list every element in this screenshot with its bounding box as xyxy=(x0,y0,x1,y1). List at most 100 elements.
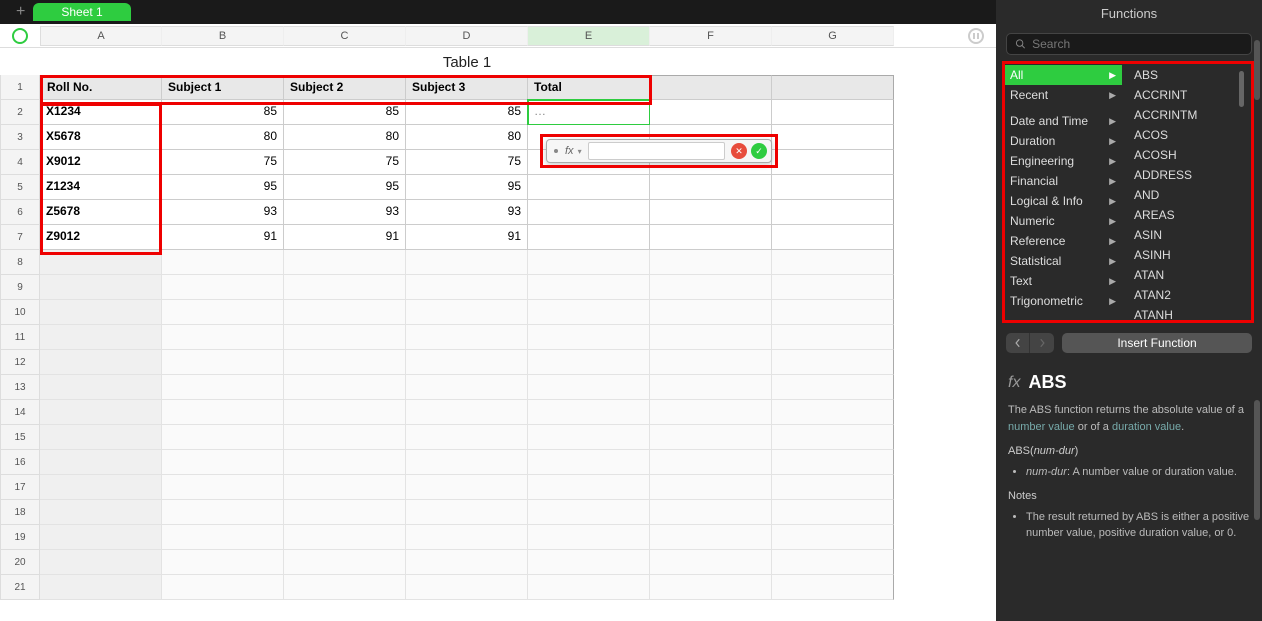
cell-e16[interactable] xyxy=(528,450,650,475)
cell-g18[interactable] xyxy=(772,500,894,525)
cell-d13[interactable] xyxy=(406,375,528,400)
cell-d19[interactable] xyxy=(406,525,528,550)
cell-b16[interactable] xyxy=(162,450,284,475)
cell-b20[interactable] xyxy=(162,550,284,575)
cell-c9[interactable] xyxy=(284,275,406,300)
cell-e11[interactable] xyxy=(528,325,650,350)
cell-e7[interactable] xyxy=(528,225,650,250)
cell-b11[interactable] xyxy=(162,325,284,350)
row-add-handle[interactable] xyxy=(0,28,40,44)
row-header-14[interactable]: 14 xyxy=(0,400,40,425)
cell-b4[interactable]: 75 xyxy=(162,150,284,175)
cell-g17[interactable] xyxy=(772,475,894,500)
cell-g12[interactable] xyxy=(772,350,894,375)
cell-f12[interactable] xyxy=(650,350,772,375)
cell-g10[interactable] xyxy=(772,300,894,325)
cell-e21[interactable] xyxy=(528,575,650,600)
cell-g14[interactable] xyxy=(772,400,894,425)
cell-f8[interactable] xyxy=(650,250,772,275)
cell-f1[interactable] xyxy=(650,75,772,100)
cell-d12[interactable] xyxy=(406,350,528,375)
cell-f21[interactable] xyxy=(650,575,772,600)
cell-e18[interactable] xyxy=(528,500,650,525)
cell-g3[interactable] xyxy=(772,125,894,150)
drag-dot-icon[interactable] xyxy=(554,149,558,153)
cell-f6[interactable] xyxy=(650,200,772,225)
cell-d11[interactable] xyxy=(406,325,528,350)
cell-f2[interactable] xyxy=(650,100,772,125)
cell-g15[interactable] xyxy=(772,425,894,450)
cell-c6[interactable]: 93 xyxy=(284,200,406,225)
cell-g20[interactable] xyxy=(772,550,894,575)
cell-c21[interactable] xyxy=(284,575,406,600)
row-header-5[interactable]: 5 xyxy=(0,175,40,200)
cell-d7[interactable]: 91 xyxy=(406,225,528,250)
cell-f20[interactable] xyxy=(650,550,772,575)
cell-a21[interactable] xyxy=(40,575,162,600)
category-numeric[interactable]: Numeric▶ xyxy=(1004,211,1122,231)
row-header-9[interactable]: 9 xyxy=(0,275,40,300)
function-accrint[interactable]: ACCRINT xyxy=(1126,85,1244,105)
cell-c12[interactable] xyxy=(284,350,406,375)
cell-d5[interactable]: 95 xyxy=(406,175,528,200)
cell-a4[interactable]: X9012 xyxy=(40,150,162,175)
cell-f11[interactable] xyxy=(650,325,772,350)
cell-b19[interactable] xyxy=(162,525,284,550)
cell-c8[interactable] xyxy=(284,250,406,275)
function-search[interactable] xyxy=(1006,33,1252,55)
cell-c2[interactable]: 85 xyxy=(284,100,406,125)
formula-cancel-button[interactable]: ✕ xyxy=(731,143,747,159)
cell-d14[interactable] xyxy=(406,400,528,425)
cell-f19[interactable] xyxy=(650,525,772,550)
cell-e19[interactable] xyxy=(528,525,650,550)
category-statistical[interactable]: Statistical▶ xyxy=(1004,251,1122,271)
cell-a19[interactable] xyxy=(40,525,162,550)
cell-a7[interactable]: Z9012 xyxy=(40,225,162,250)
cell-d18[interactable] xyxy=(406,500,528,525)
row-header-1[interactable]: 1 xyxy=(0,75,40,100)
cell-d16[interactable] xyxy=(406,450,528,475)
col-header-e[interactable]: E xyxy=(528,26,650,46)
category-reference[interactable]: Reference▶ xyxy=(1004,231,1122,251)
function-acosh[interactable]: ACOSH xyxy=(1126,145,1244,165)
row-header-11[interactable]: 11 xyxy=(0,325,40,350)
row-header-3[interactable]: 3 xyxy=(0,125,40,150)
cell-c15[interactable] xyxy=(284,425,406,450)
cell-f17[interactable] xyxy=(650,475,772,500)
cell-b15[interactable] xyxy=(162,425,284,450)
cell-a10[interactable] xyxy=(40,300,162,325)
cell-f7[interactable] xyxy=(650,225,772,250)
cell-b18[interactable] xyxy=(162,500,284,525)
row-header-21[interactable]: 21 xyxy=(0,575,40,600)
cell-c16[interactable] xyxy=(284,450,406,475)
cell-d17[interactable] xyxy=(406,475,528,500)
cell-a13[interactable] xyxy=(40,375,162,400)
category-logical[interactable]: Logical & Info▶ xyxy=(1004,191,1122,211)
add-sheet-button[interactable]: + xyxy=(16,3,25,21)
cell-a11[interactable] xyxy=(40,325,162,350)
cell-b12[interactable] xyxy=(162,350,284,375)
cell-c20[interactable] xyxy=(284,550,406,575)
col-header-f[interactable]: F xyxy=(650,26,772,46)
cell-a15[interactable] xyxy=(40,425,162,450)
cell-c5[interactable]: 95 xyxy=(284,175,406,200)
cell-b5[interactable]: 95 xyxy=(162,175,284,200)
cell-e14[interactable] xyxy=(528,400,650,425)
function-atan[interactable]: ATAN xyxy=(1126,265,1244,285)
category-duration[interactable]: Duration▶ xyxy=(1004,131,1122,151)
col-add-handle[interactable] xyxy=(956,28,996,44)
row-header-10[interactable]: 10 xyxy=(0,300,40,325)
function-search-input[interactable] xyxy=(1032,37,1243,51)
col-header-a[interactable]: A xyxy=(40,26,162,46)
row-header-6[interactable]: 6 xyxy=(0,200,40,225)
function-asinh[interactable]: ASINH xyxy=(1126,245,1244,265)
row-header-19[interactable]: 19 xyxy=(0,525,40,550)
row-header-8[interactable]: 8 xyxy=(0,250,40,275)
cell-f10[interactable] xyxy=(650,300,772,325)
cell-f15[interactable] xyxy=(650,425,772,450)
function-atan2[interactable]: ATAN2 xyxy=(1126,285,1244,305)
cell-a18[interactable] xyxy=(40,500,162,525)
function-asin[interactable]: ASIN xyxy=(1126,225,1244,245)
cell-b2[interactable]: 85 xyxy=(162,100,284,125)
cell-e5[interactable] xyxy=(528,175,650,200)
